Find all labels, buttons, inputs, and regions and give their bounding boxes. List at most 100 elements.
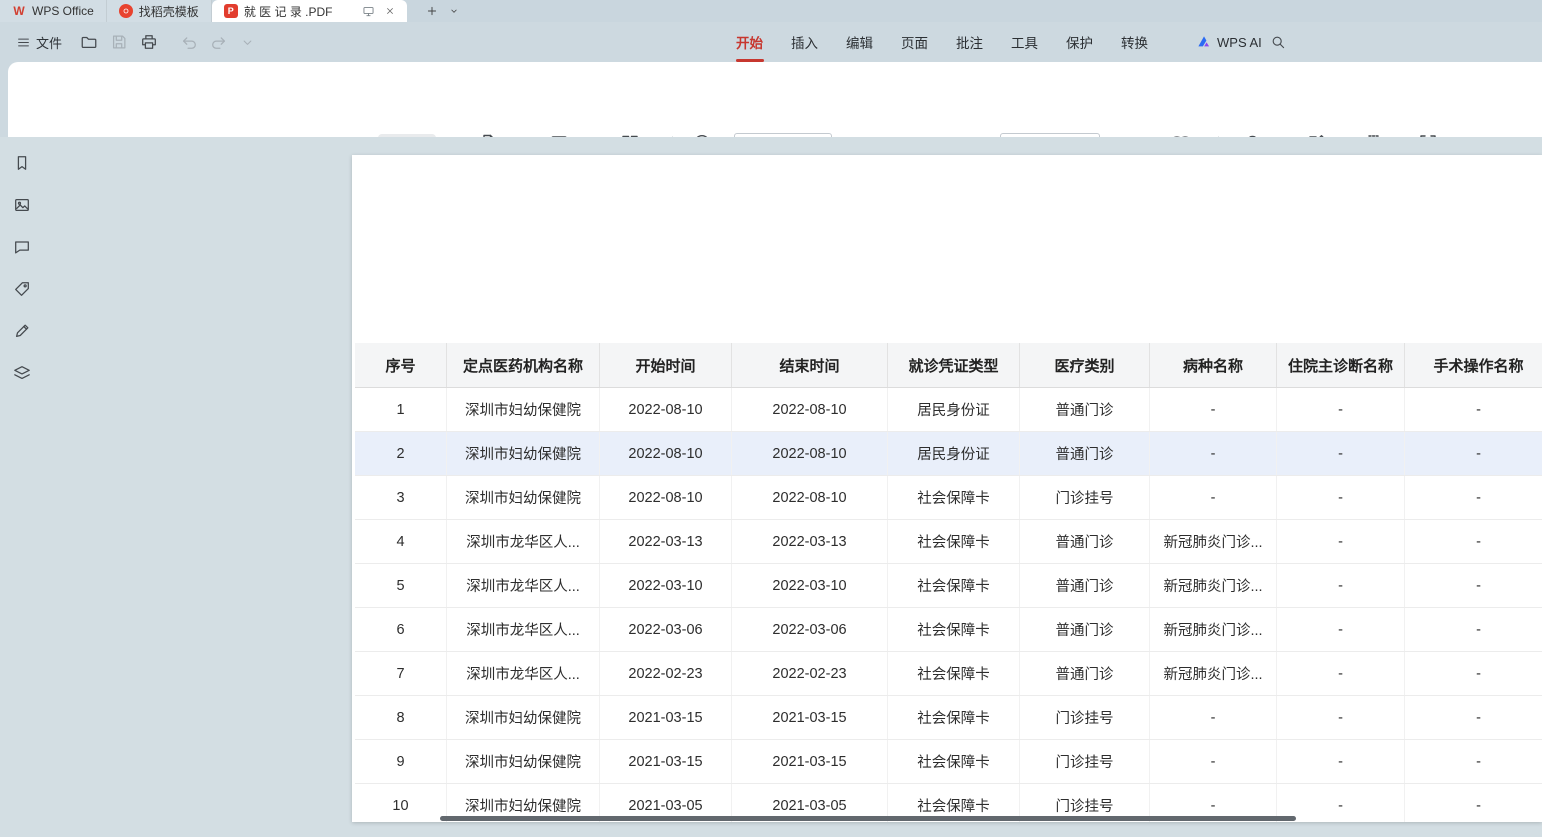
table-cell: - — [1277, 564, 1405, 607]
table-cell: 10 — [355, 784, 447, 822]
menu-tools[interactable]: 工具 — [1011, 22, 1038, 62]
thumbnails-panel-button[interactable] — [10, 193, 34, 217]
table-cell: 深圳市龙华区人... — [447, 564, 600, 607]
medical-records-table: 序号定点医药机构名称开始时间结束时间就诊凭证类型医疗类别病种名称住院主诊断名称手… — [355, 343, 1542, 822]
bookmark-icon — [13, 154, 31, 172]
horizontal-scrollbar[interactable] — [440, 816, 1296, 821]
table-cell: - — [1277, 740, 1405, 783]
table-cell: - — [1405, 388, 1542, 431]
table-cell: 9 — [355, 740, 447, 783]
table-row[interactable]: 1深圳市妇幼保健院2022-08-102022-08-10居民身份证普通门诊--… — [355, 388, 1542, 432]
tab-bar: W WPS Office 找稻壳模板 P 就 医 记 录 .PDF — [0, 0, 1542, 22]
file-menu-label: 文件 — [36, 33, 62, 52]
table-cell: 社会保障卡 — [888, 564, 1020, 607]
table-cell: 社会保障卡 — [888, 520, 1020, 563]
menu-edit[interactable]: 编辑 — [846, 22, 873, 62]
close-tab-icon[interactable] — [385, 6, 395, 16]
print-icon — [140, 33, 158, 51]
menubar-search-button[interactable] — [1270, 22, 1286, 62]
table-cell: 普通门诊 — [1020, 564, 1150, 607]
table-cell: - — [1277, 388, 1405, 431]
ribbon-toolbar: 手型 选择 PDF转换 输出为图片 拆分合并 播放 105.88% — [8, 62, 1542, 137]
table-cell: 深圳市妇幼保健院 — [447, 432, 600, 475]
menu-insert[interactable]: 插入 — [791, 22, 818, 62]
tab-docer-templates[interactable]: 找稻壳模板 — [107, 0, 212, 22]
table-header-cell: 开始时间 — [600, 343, 732, 387]
table-cell: 2022-03-06 — [600, 608, 732, 651]
table-header-cell: 手术操作名称 — [1405, 343, 1542, 387]
table-cell: 2022-08-10 — [600, 476, 732, 519]
undo-icon — [180, 33, 198, 51]
quick-access-chevron-icon[interactable] — [240, 35, 255, 50]
table-cell: 居民身份证 — [888, 432, 1020, 475]
table-row[interactable]: 8深圳市妇幼保健院2021-03-152021-03-15社会保障卡门诊挂号--… — [355, 696, 1542, 740]
table-cell: 2021-03-15 — [600, 740, 732, 783]
undo-button[interactable] — [180, 33, 198, 51]
table-cell: 门诊挂号 — [1020, 476, 1150, 519]
save-icon — [110, 33, 128, 51]
wps-ai-button[interactable]: WPS AI — [1196, 22, 1262, 62]
pen-icon — [13, 322, 31, 340]
table-cell: - — [1277, 608, 1405, 651]
table-row[interactable]: 2深圳市妇幼保健院2022-08-102022-08-10居民身份证普通门诊--… — [355, 432, 1542, 476]
menu-home[interactable]: 开始 — [736, 22, 763, 62]
layers-panel-button[interactable] — [10, 361, 34, 385]
table-cell: - — [1150, 388, 1277, 431]
table-header-cell: 定点医药机构名称 — [447, 343, 600, 387]
table-cell: 4 — [355, 520, 447, 563]
menu-convert[interactable]: 转换 — [1121, 22, 1148, 62]
table-cell: 8 — [355, 696, 447, 739]
table-row[interactable]: 5深圳市龙华区人...2022-03-102022-03-10社会保障卡普通门诊… — [355, 564, 1542, 608]
new-tab-button[interactable] — [421, 0, 443, 22]
attachments-panel-button[interactable] — [10, 277, 34, 301]
save-button[interactable] — [110, 33, 128, 51]
table-cell: - — [1277, 520, 1405, 563]
print-button[interactable] — [140, 33, 158, 51]
table-cell: 新冠肺炎门诊... — [1150, 520, 1277, 563]
table-cell: 2021-03-15 — [732, 740, 888, 783]
table-cell: 深圳市龙华区人... — [447, 608, 600, 651]
document-area: 序号定点医药机构名称开始时间结束时间就诊凭证类型医疗类别病种名称住院主诊断名称手… — [0, 137, 1542, 837]
table-cell: 2022-08-10 — [600, 388, 732, 431]
menu-bar: 文件 开始 插入 编辑 页面 — [0, 22, 1542, 62]
tab-document-pdf[interactable]: P 就 医 记 录 .PDF — [212, 0, 408, 22]
menu-page[interactable]: 页面 — [901, 22, 928, 62]
open-file-button[interactable] — [80, 33, 98, 51]
tab-label: 找稻壳模板 — [139, 3, 199, 20]
menu-protect[interactable]: 保护 — [1066, 22, 1093, 62]
table-cell: 2021-03-15 — [600, 696, 732, 739]
annotate-panel-button[interactable] — [10, 319, 34, 343]
table-cell: 2022-02-23 — [732, 652, 888, 695]
table-cell: 2022-08-10 — [600, 432, 732, 475]
table-row[interactable]: 6深圳市龙华区人...2022-03-062022-03-06社会保障卡普通门诊… — [355, 608, 1542, 652]
table-row[interactable]: 3深圳市妇幼保健院2022-08-102022-08-10社会保障卡门诊挂号--… — [355, 476, 1542, 520]
hamburger-icon — [16, 35, 31, 50]
table-cell: - — [1405, 696, 1542, 739]
table-cell: - — [1405, 432, 1542, 475]
table-header-cell: 住院主诊断名称 — [1277, 343, 1405, 387]
table-row[interactable]: 7深圳市龙华区人...2022-02-232022-02-23社会保障卡普通门诊… — [355, 652, 1542, 696]
redo-button[interactable] — [210, 33, 228, 51]
wps-ai-logo-icon — [1196, 34, 1212, 50]
table-row[interactable]: 4深圳市龙华区人...2022-03-132022-03-13社会保障卡普通门诊… — [355, 520, 1542, 564]
table-row[interactable]: 9深圳市妇幼保健院2021-03-152021-03-15社会保障卡门诊挂号--… — [355, 740, 1542, 784]
menu-comment[interactable]: 批注 — [956, 22, 983, 62]
tab-wps-office[interactable]: W WPS Office — [0, 0, 107, 22]
table-cell: 7 — [355, 652, 447, 695]
screen-share-icon[interactable] — [362, 5, 375, 18]
table-header-cell: 病种名称 — [1150, 343, 1277, 387]
file-menu-button[interactable]: 文件 — [10, 29, 68, 56]
comments-panel-button[interactable] — [10, 235, 34, 259]
table-cell: 社会保障卡 — [888, 476, 1020, 519]
table-cell: - — [1150, 740, 1277, 783]
tab-list-chevron-icon[interactable] — [443, 0, 465, 22]
table-cell: 2021-03-15 — [732, 696, 888, 739]
pdf-page[interactable]: 序号定点医药机构名称开始时间结束时间就诊凭证类型医疗类别病种名称住院主诊断名称手… — [352, 155, 1542, 822]
table-cell: 2022-03-06 — [732, 608, 888, 651]
table-cell: 2022-03-10 — [600, 564, 732, 607]
table-header-cell: 结束时间 — [732, 343, 888, 387]
table-cell: - — [1277, 784, 1405, 822]
table-cell: - — [1405, 740, 1542, 783]
bookmarks-panel-button[interactable] — [10, 151, 34, 175]
folder-icon — [80, 33, 98, 51]
